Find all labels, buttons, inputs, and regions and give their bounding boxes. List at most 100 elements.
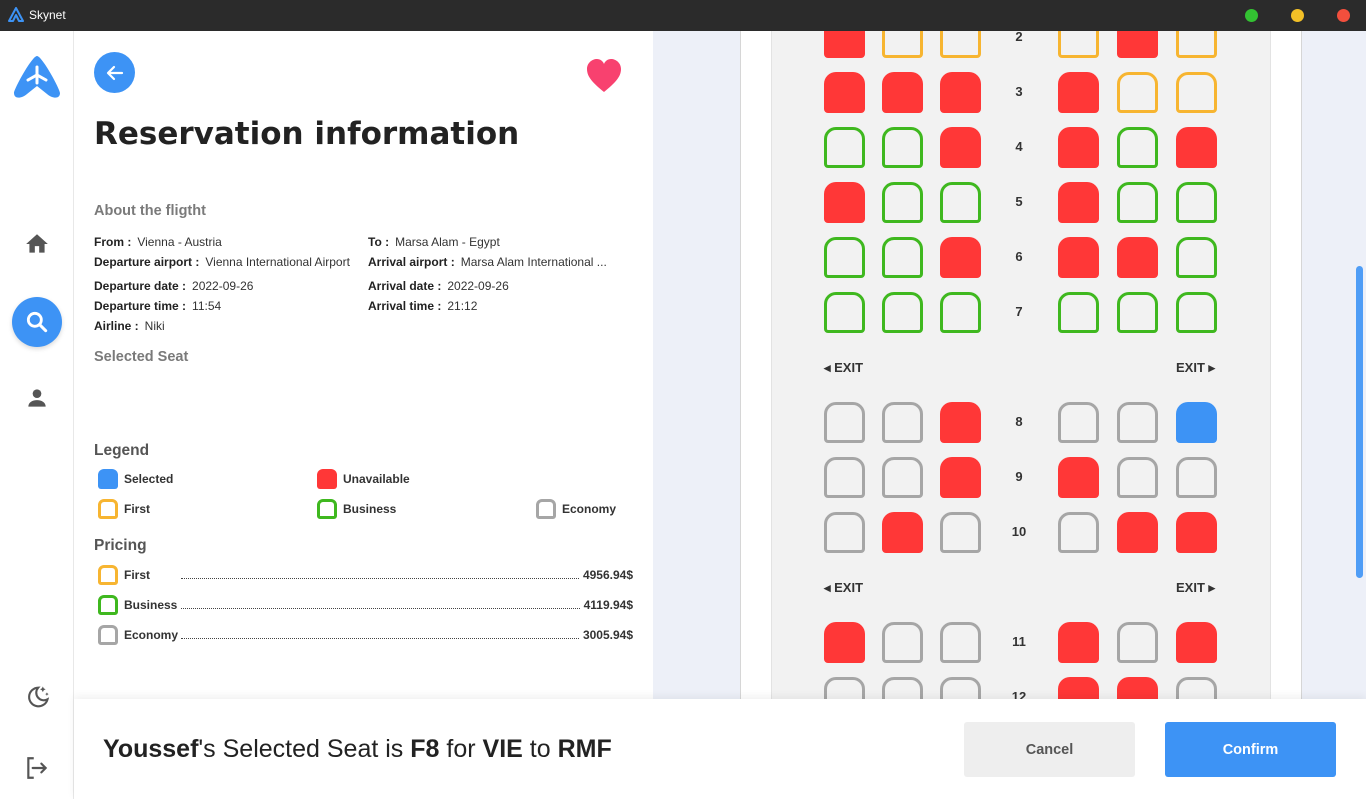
seat-A9[interactable] [824, 457, 865, 498]
seat-B7[interactable] [882, 292, 923, 333]
seat-A2 [824, 31, 865, 58]
arrival-time-info: Arrival time :21:12 [368, 299, 478, 313]
seat-E10 [1117, 512, 1158, 553]
seat-C3 [940, 72, 981, 113]
favorite-heart-icon[interactable] [585, 58, 623, 94]
seat-A12[interactable] [824, 677, 865, 699]
row-number: 7 [1015, 304, 1023, 319]
price-row-eco: Economy 3005.94$ [98, 624, 633, 646]
seat-B2[interactable] [882, 31, 923, 58]
seat-D10[interactable] [1058, 512, 1099, 553]
seat-E4[interactable] [1117, 127, 1158, 168]
seat-F8[interactable] [1176, 402, 1217, 443]
maximize-button[interactable] [1245, 9, 1258, 22]
seat-A8[interactable] [824, 402, 865, 443]
about-flight-title: About the fligtht [94, 203, 206, 219]
nav-profile[interactable] [12, 373, 62, 423]
seat-swatch-first [98, 499, 118, 519]
minimize-button[interactable] [1291, 9, 1304, 22]
seat-D8[interactable] [1058, 402, 1099, 443]
seat-E8[interactable] [1117, 402, 1158, 443]
seat-A10[interactable] [824, 512, 865, 553]
seat-E3[interactable] [1117, 72, 1158, 113]
seat-E6 [1117, 237, 1158, 278]
seat-C8 [940, 402, 981, 443]
seat-C9 [940, 457, 981, 498]
seat-F11 [1176, 622, 1217, 663]
seat-C7[interactable] [940, 292, 981, 333]
seat-E9[interactable] [1117, 457, 1158, 498]
seat-F10 [1176, 512, 1217, 553]
airline-info: Airline : Niki [94, 319, 165, 333]
seat-C11[interactable] [940, 622, 981, 663]
pricing-title: Pricing [94, 537, 147, 554]
logout-button[interactable] [12, 743, 62, 793]
seat-C6 [940, 237, 981, 278]
app-logo-icon [8, 7, 24, 22]
sidebar [0, 31, 74, 799]
seat-C12[interactable] [940, 677, 981, 699]
price-amount: 4956.94$ [582, 568, 633, 582]
seat-A7[interactable] [824, 292, 865, 333]
row-number: 11 [1012, 634, 1026, 649]
legend-unavailable: Unavailable [317, 469, 410, 489]
seat-E7[interactable] [1117, 292, 1158, 333]
window-title: Skynet [29, 8, 66, 22]
legend-economy: Economy [536, 499, 616, 519]
row-number: 6 [1015, 249, 1023, 264]
seat-A4[interactable] [824, 127, 865, 168]
seat-B9[interactable] [882, 457, 923, 498]
seat-C4 [940, 127, 981, 168]
confirmation-bar: Youssef's Selected Seat is F8 for VIE to… [74, 699, 1366, 799]
seat-D2[interactable] [1058, 31, 1099, 58]
seat-B6[interactable] [882, 237, 923, 278]
seat-A3 [824, 72, 865, 113]
cancel-button[interactable]: Cancel [964, 722, 1135, 777]
back-button[interactable] [94, 52, 135, 93]
seat-F12[interactable] [1176, 677, 1217, 699]
selection-summary: Youssef's Selected Seat is F8 for VIE to… [103, 735, 612, 763]
search-icon [26, 311, 48, 333]
seat-D4 [1058, 127, 1099, 168]
price-amount: 3005.94$ [582, 628, 633, 642]
row-number: 12 [1011, 689, 1027, 699]
seat-A6[interactable] [824, 237, 865, 278]
seat-B10 [882, 512, 923, 553]
seat-B11[interactable] [882, 622, 923, 663]
seat-C10[interactable] [940, 512, 981, 553]
price-label: Business [124, 598, 178, 612]
seat-F5[interactable] [1176, 182, 1217, 223]
seat-D11 [1058, 622, 1099, 663]
nav-search[interactable] [12, 297, 62, 347]
seat-B12[interactable] [882, 677, 923, 699]
seat-C2[interactable] [940, 31, 981, 58]
price-label: First [124, 568, 151, 582]
exit-right-label: EXIT ▸ [1176, 360, 1216, 375]
seat-F2[interactable] [1176, 31, 1217, 58]
seat-map-scrollbar[interactable] [1356, 266, 1363, 578]
selected-seat-title: Selected Seat [94, 349, 189, 365]
seat-B5[interactable] [882, 182, 923, 223]
from-info: From : Vienna - Austria [94, 235, 222, 249]
seat-E11[interactable] [1117, 622, 1158, 663]
seat-B4[interactable] [882, 127, 923, 168]
legend-first: First [98, 499, 150, 519]
seat-C5[interactable] [940, 182, 981, 223]
nav-home[interactable] [12, 219, 62, 269]
confirm-button[interactable]: Confirm [1165, 722, 1336, 777]
seat-F9[interactable] [1176, 457, 1217, 498]
price-leader [181, 637, 579, 639]
seat-E5[interactable] [1117, 182, 1158, 223]
seat-D7[interactable] [1058, 292, 1099, 333]
seat-D5 [1058, 182, 1099, 223]
theme-toggle[interactable] [12, 672, 62, 722]
seat-D3 [1058, 72, 1099, 113]
close-button[interactable] [1337, 9, 1350, 22]
seat-swatch-first [98, 565, 118, 585]
page-title: Reservation information [94, 116, 520, 152]
seat-F7[interactable] [1176, 292, 1217, 333]
seat-B8[interactable] [882, 402, 923, 443]
seat-F6[interactable] [1176, 237, 1217, 278]
seat-F3[interactable] [1176, 72, 1217, 113]
arrival-airport-info: Arrival airport : Marsa Alam Internationa… [368, 255, 607, 269]
